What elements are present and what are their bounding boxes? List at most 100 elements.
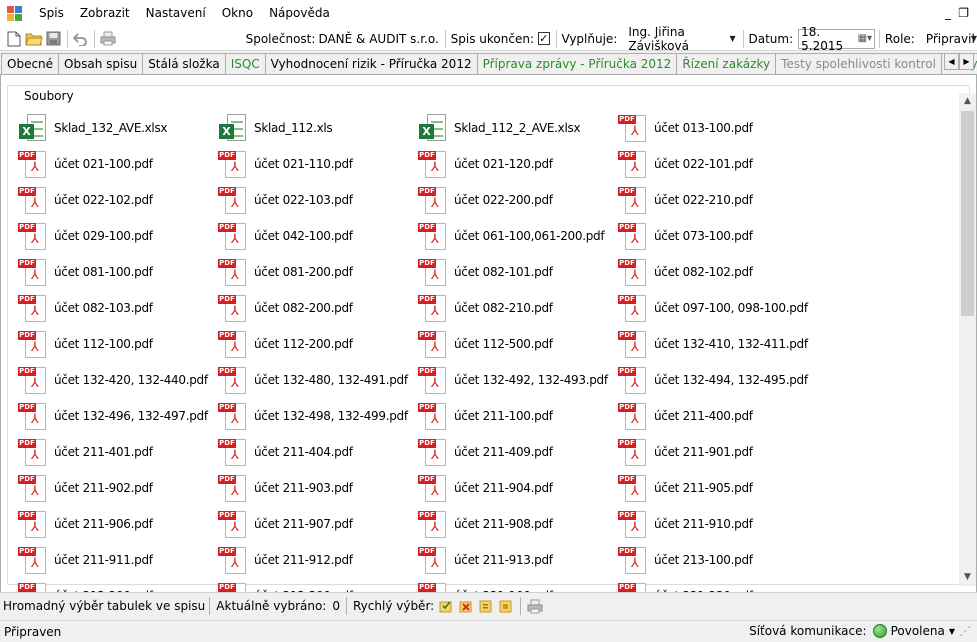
tab-zen-zak-zky[interactable]: Řízení zakázky (676, 53, 777, 74)
deselect-all-icon[interactable] (456, 597, 476, 615)
app-window-icon[interactable] (7, 5, 23, 22)
chevron-down-icon[interactable]: ▼ (971, 34, 977, 43)
file-item[interactable]: PDF ⅄ účet 211-400.pdf (616, 398, 816, 434)
chevron-down-icon[interactable]: ▼ (949, 627, 955, 636)
file-item[interactable]: PDF ⅄ účet 211-906.pdf (16, 506, 216, 542)
tab-obecn[interactable]: Obecné (1, 53, 60, 74)
file-item[interactable]: PDF ⅄ účet 061-100,061-200.pdf (416, 218, 616, 254)
file-item[interactable]: PDF ⅄ účet 211-911.pdf (16, 542, 216, 578)
date-picker[interactable]: 18. 5.2015 ▦▾ (798, 25, 876, 53)
menu-spis[interactable]: Spis (31, 0, 72, 27)
file-item[interactable]: X Sklad_132_AVE.xlsx (16, 110, 216, 146)
file-item[interactable]: PDF ⅄ účet 022-101.pdf (616, 146, 816, 182)
tab-obsah-spisu[interactable]: Obsah spisu (58, 53, 144, 74)
file-item[interactable]: PDF ⅄ účet 021-120.pdf (416, 146, 616, 182)
file-item[interactable]: PDF ⅄ účet 029-100.pdf (16, 218, 216, 254)
file-item[interactable]: PDF ⅄ účet 022-103.pdf (216, 182, 416, 218)
tab-vyhodnocen-rizik-p-ru-ka-2012[interactable]: Vyhodnocení rizik - Příručka 2012 (264, 53, 478, 74)
minimize-icon[interactable]: _ (945, 6, 951, 20)
file-item[interactable]: PDF ⅄ účet 082-101.pdf (416, 254, 616, 290)
menu-nastaveni[interactable]: Nastavení (138, 0, 214, 27)
file-item[interactable]: PDF ⅄ účet 211-100.pdf (416, 398, 616, 434)
bulk-select-label[interactable]: Hromadný výběr tabulek ve spisu (3, 599, 205, 613)
printer-icon[interactable] (525, 597, 545, 615)
file-item[interactable]: PDF ⅄ účet 082-210.pdf (416, 290, 616, 326)
file-item[interactable]: PDF ⅄ účet 211-904.pdf (416, 470, 616, 506)
open-folder-icon[interactable] (24, 28, 44, 50)
file-item[interactable]: PDF ⅄ účet 021-100.pdf (16, 146, 216, 182)
scroll-up-icon[interactable]: ▲ (959, 93, 976, 110)
select-partial-icon[interactable] (476, 597, 496, 615)
file-item[interactable]: PDF ⅄ účet 081-200.pdf (216, 254, 416, 290)
file-item[interactable]: PDF ⅄ účet 211-409.pdf (416, 434, 616, 470)
role-combobox[interactable]: Připravil ▼ (922, 28, 977, 49)
file-item[interactable]: PDF ⅄ účet 073-100.pdf (616, 218, 816, 254)
file-item[interactable]: PDF ⅄ účet 112-200.pdf (216, 326, 416, 362)
file-item[interactable]: PDF ⅄ účet 022-102.pdf (16, 182, 216, 218)
menu-okno[interactable]: Okno (214, 0, 261, 27)
date-label: Datum: (748, 31, 794, 46)
tab-scroll-left-icon[interactable]: ◀ (944, 53, 959, 70)
file-item[interactable]: PDF ⅄ účet 211-903.pdf (216, 470, 416, 506)
file-name: účet 132-420, 132-440.pdf (54, 373, 208, 387)
file-item[interactable]: PDF ⅄ účet 211-401.pdf (16, 434, 216, 470)
file-item[interactable]: PDF ⅄ účet 112-500.pdf (416, 326, 616, 362)
file-item[interactable]: PDF ⅄ účet 211-901.pdf (616, 434, 816, 470)
select-invert-icon[interactable] (496, 597, 516, 615)
file-item[interactable]: PDF ⅄ účet 112-100.pdf (16, 326, 216, 362)
select-all-icon[interactable] (436, 597, 456, 615)
file-item[interactable]: PDF ⅄ účet 211-404.pdf (216, 434, 416, 470)
file-item[interactable]: PDF ⅄ účet 132-496, 132-497.pdf (16, 398, 216, 434)
chevron-down-icon[interactable]: ▼ (729, 34, 735, 43)
file-item[interactable]: PDF ⅄ účet 042-100.pdf (216, 218, 416, 254)
closed-checkbox[interactable]: ✓ (538, 32, 550, 45)
file-item[interactable]: PDF ⅄ účet 211-907.pdf (216, 506, 416, 542)
file-item[interactable]: PDF ⅄ účet 132-410, 132-411.pdf (616, 326, 816, 362)
file-item[interactable]: PDF ⅄ účet 213-100.pdf (616, 542, 816, 578)
tab-scroll-right-icon[interactable]: ▶ (959, 53, 974, 70)
file-item[interactable]: PDF ⅄ účet 081-100.pdf (16, 254, 216, 290)
file-item[interactable]: PDF ⅄ účet 132-420, 132-440.pdf (16, 362, 216, 398)
file-item[interactable]: PDF ⅄ účet 132-498, 132-499.pdf (216, 398, 416, 434)
resize-grip-icon[interactable]: ⋰ (959, 624, 971, 638)
scroll-down-icon[interactable]: ▼ (959, 569, 976, 586)
file-item[interactable]: PDF ⅄ účet 211-910.pdf (616, 506, 816, 542)
file-item[interactable]: PDF ⅄ účet 082-102.pdf (616, 254, 816, 290)
file-item[interactable]: PDF ⅄ účet 022-200.pdf (416, 182, 616, 218)
restore-icon[interactable]: ❐ (958, 6, 969, 20)
network-status[interactable]: Síťová komunikace: Povolena ▼ ⋰ (749, 624, 971, 638)
file-item[interactable]: PDF ⅄ účet 132-494, 132-495.pdf (616, 362, 816, 398)
new-document-icon[interactable] (4, 28, 24, 50)
scroll-thumb[interactable] (961, 111, 974, 316)
calendar-icon[interactable]: ▦▾ (858, 33, 872, 44)
vertical-scrollbar[interactable]: ▲ ▼ (959, 93, 976, 586)
filler-combobox[interactable]: Ing. Jiřina Závišková ▼ (625, 25, 739, 53)
file-item[interactable]: PDF ⅄ účet 082-200.pdf (216, 290, 416, 326)
tab-p-prava-zpr-vy-p-ru-ka-2012[interactable]: Příprava zprávy - Příručka 2012 (476, 53, 678, 74)
printer-icon[interactable] (98, 28, 118, 50)
file-item[interactable]: PDF ⅄ účet 022-210.pdf (616, 182, 816, 218)
menu-zobrazit[interactable]: Zobrazit (72, 0, 138, 27)
file-item[interactable]: PDF ⅄ účet 097-100, 098-100.pdf (616, 290, 816, 326)
file-item[interactable]: PDF ⅄ účet 021-110.pdf (216, 146, 416, 182)
file-item[interactable]: PDF ⅄ účet 132-480, 132-491.pdf (216, 362, 416, 398)
file-name: účet 082-102.pdf (654, 265, 753, 279)
pdf-file-icon: PDF⅄ (618, 509, 648, 539)
file-item[interactable]: PDF ⅄ účet 082-103.pdf (16, 290, 216, 326)
undo-icon[interactable] (71, 28, 91, 50)
file-item[interactable]: X Sklad_112_2_AVE.xlsx (416, 110, 616, 146)
file-item[interactable]: PDF ⅄ účet 132-492, 132-493.pdf (416, 362, 616, 398)
file-name: účet 211-905.pdf (654, 481, 753, 495)
file-item[interactable]: PDF ⅄ účet 211-905.pdf (616, 470, 816, 506)
file-item[interactable]: X Sklad_112.xls (216, 110, 416, 146)
file-item[interactable]: PDF ⅄ účet 211-902.pdf (16, 470, 216, 506)
file-item[interactable]: PDF ⅄ účet 211-912.pdf (216, 542, 416, 578)
tab-st-l-slo-ka[interactable]: Stálá složka (142, 53, 226, 74)
file-item[interactable]: PDF ⅄ účet 211-908.pdf (416, 506, 616, 542)
file-item[interactable]: PDF ⅄ účet 211-913.pdf (416, 542, 616, 578)
file-item[interactable]: PDF ⅄ účet 013-100.pdf (616, 110, 816, 146)
tab-testy-spolehlivosti-kontrol[interactable]: Testy spolehlivosti kontrol (775, 53, 942, 74)
tab-isqc[interactable]: ISQC (224, 53, 266, 74)
menu-napoveda[interactable]: Nápověda (261, 0, 338, 27)
save-disk-icon[interactable] (44, 28, 64, 50)
